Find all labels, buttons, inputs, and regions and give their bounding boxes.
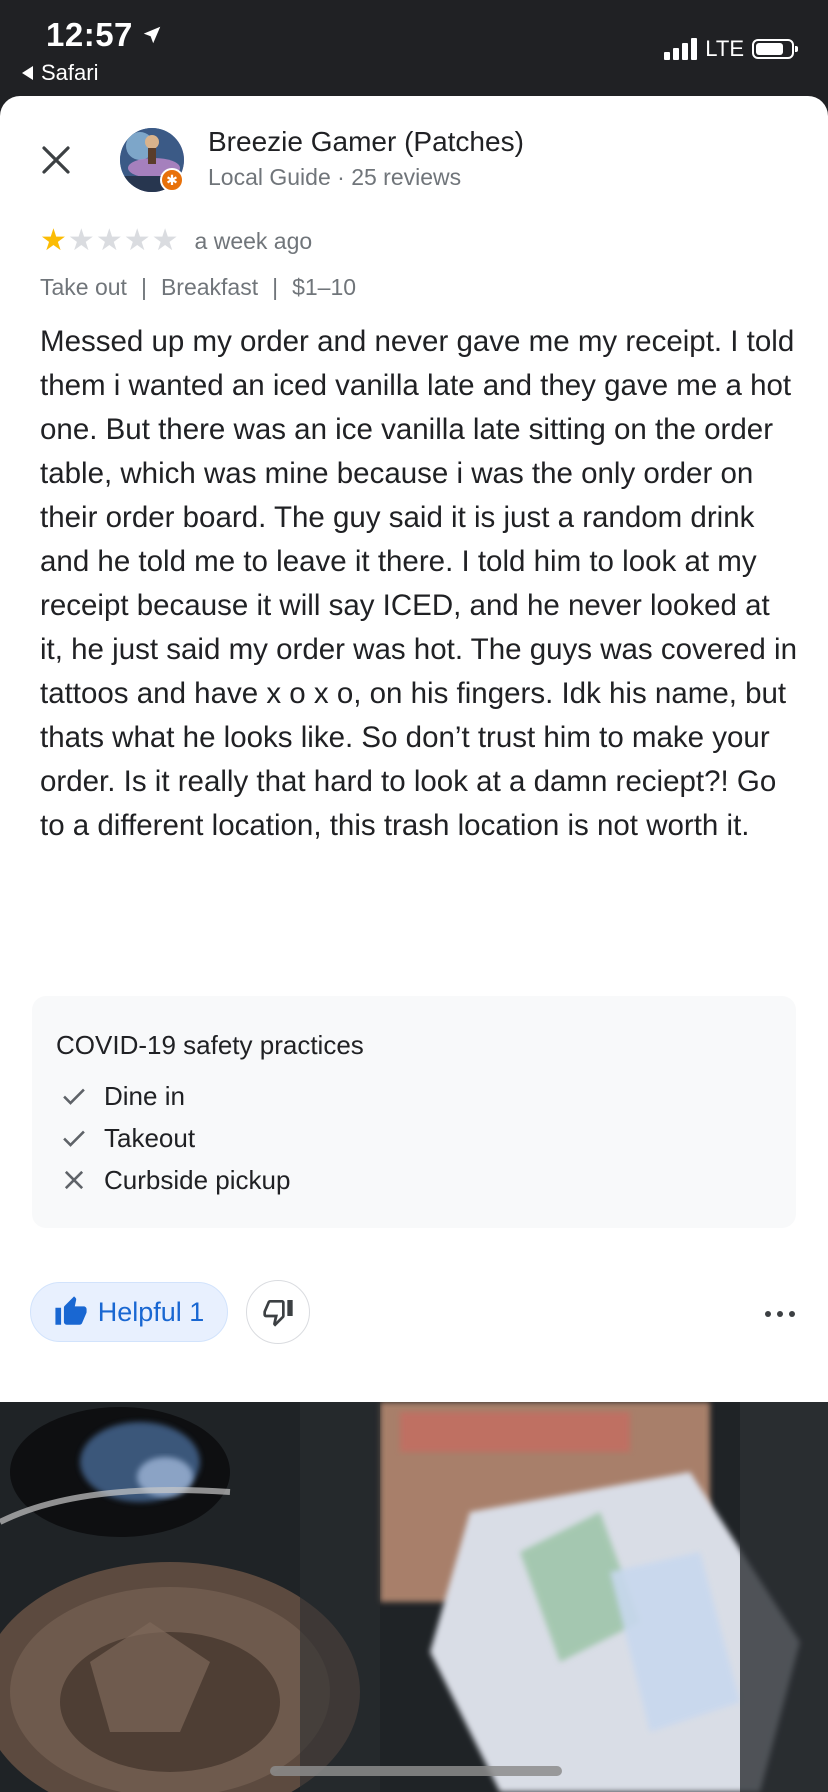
signal-strength-icon (664, 38, 698, 60)
x-icon (64, 1170, 84, 1190)
star-empty-icon: ★ (67, 224, 95, 257)
rating-row: ★ ★ ★ ★ ★ a week ago (40, 226, 312, 256)
status-indicators: LTE (664, 36, 798, 62)
more-dot (789, 1311, 795, 1317)
covid-title: COVID-19 safety practices (56, 1030, 364, 1060)
location-arrow-icon (143, 26, 161, 44)
tag-meal: Breakfast (160, 274, 259, 300)
star-filled-icon: ★ (40, 224, 67, 257)
covid-item-takeout: Takeout (56, 1117, 772, 1159)
battery-icon (752, 39, 798, 59)
back-triangle-icon (22, 66, 33, 80)
status-bar: 12:57 Safari LTE (0, 0, 828, 96)
helpful-button[interactable]: Helpful 1 (30, 1282, 228, 1342)
status-time: 12:57 (46, 16, 163, 54)
thumbs-up-icon (55, 1296, 87, 1325)
tag-price: $1–10 (292, 274, 357, 300)
home-indicator[interactable] (270, 1766, 562, 1776)
star-empty-icon: ★ (123, 224, 151, 257)
review-photo[interactable] (0, 1402, 828, 1792)
close-button[interactable] (36, 140, 76, 180)
more-horizontal-icon (765, 1311, 771, 1317)
close-icon (42, 146, 70, 174)
tag-divider: | (140, 274, 147, 300)
more-options-button[interactable] (756, 1294, 804, 1334)
back-to-app-button[interactable]: Safari (22, 60, 98, 86)
star-rating: ★ ★ ★ ★ ★ (40, 226, 179, 256)
review-sheet: ✱ Breezie Gamer (Patches) Local Guide · … (0, 96, 828, 1402)
not-helpful-button[interactable] (246, 1280, 310, 1344)
status-time-text: 12:57 (46, 16, 133, 53)
covid-item-label: Takeout (104, 1122, 196, 1153)
covid-item-label: Dine in (104, 1080, 185, 1111)
review-tags: Take out | Breakfast | $1–10 (40, 274, 356, 301)
review-photo-image (0, 1402, 828, 1792)
star-empty-icon: ★ (151, 224, 179, 257)
back-app-label: Safari (41, 60, 99, 85)
network-type: LTE (705, 36, 744, 61)
covid-item-curbside: Curbside pickup (56, 1159, 772, 1201)
star-empty-icon: ★ (95, 224, 123, 257)
covid-safety-panel: COVID-19 safety practices Dine in Takeou… (32, 996, 796, 1228)
review-time: a week ago (194, 227, 313, 254)
author-name[interactable]: Breezie Gamer (Patches) (208, 126, 524, 158)
covid-item-dine-in: Dine in (56, 1075, 772, 1117)
check-icon (63, 1130, 85, 1147)
local-guide-badge-icon: ✱ (160, 168, 184, 192)
tag-service: Take out (40, 274, 127, 300)
review-text: Messed up my order and never gave me my … (40, 325, 797, 842)
author-meta: Local Guide · 25 reviews (208, 164, 462, 190)
thumbs-down-icon (263, 1300, 293, 1327)
more-dot (777, 1311, 783, 1317)
helpful-label: Helpful 1 (97, 1296, 205, 1327)
tag-divider: | (272, 274, 279, 300)
check-icon (63, 1088, 85, 1105)
covid-item-label: Curbside pickup (104, 1164, 291, 1195)
